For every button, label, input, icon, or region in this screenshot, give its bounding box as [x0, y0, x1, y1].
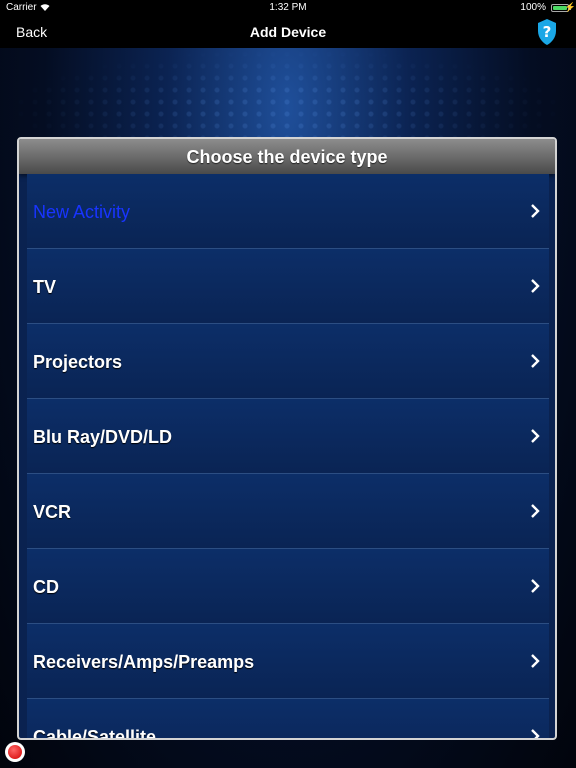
device-type-panel: Choose the device type New Activity TV P… — [17, 137, 557, 740]
panel-title: Choose the device type — [19, 139, 555, 174]
record-icon — [8, 745, 22, 759]
chevron-right-icon — [531, 654, 540, 668]
chevron-right-icon — [531, 354, 540, 368]
device-type-list[interactable]: New Activity TV Projectors Blu Ray/DVD/L… — [27, 174, 549, 740]
chevron-right-icon — [531, 579, 540, 593]
list-item-label: VCR — [33, 502, 72, 522]
chevron-right-icon — [531, 204, 540, 218]
status-bar: Carrier 1:32 PM 100% ⚡ — [0, 0, 576, 16]
list-item-blu-ray[interactable]: Blu Ray/DVD/LD — [27, 399, 549, 474]
page-title: Add Device — [249, 24, 327, 40]
chevron-right-icon — [531, 279, 540, 293]
list-item-label: CD — [33, 577, 59, 597]
list-item-label: TV — [33, 277, 57, 297]
chevron-right-icon — [531, 429, 540, 443]
record-button[interactable] — [5, 742, 25, 762]
battery-percent: 100% — [520, 2, 546, 13]
navigation-bar: Back Add Device ? — [0, 16, 576, 48]
list-item-receivers[interactable]: Receivers/Amps/Preamps — [27, 624, 549, 699]
charging-icon: ⚡ — [564, 2, 576, 12]
list-item-vcr[interactable]: VCR — [27, 474, 549, 549]
list-item-label: Cable/Satellite — [33, 727, 157, 740]
list-item-projectors[interactable]: Projectors — [27, 324, 549, 399]
svg-text:?: ? — [543, 23, 552, 41]
chevron-right-icon — [531, 504, 540, 518]
list-item-label: Blu Ray/DVD/LD — [33, 427, 173, 447]
list-item-tv[interactable]: TV — [27, 249, 549, 324]
list-item-label: New Activity — [33, 202, 131, 222]
list-item-cable-satellite[interactable]: Cable/Satellite — [27, 699, 549, 740]
help-icon[interactable]: ? — [536, 18, 558, 46]
list-item-label: Receivers/Amps/Preamps — [33, 652, 255, 672]
list-item-cd[interactable]: CD — [27, 549, 549, 624]
chevron-right-icon — [531, 729, 540, 738]
list-item-new-activity[interactable]: New Activity — [27, 174, 549, 249]
list-item-label: Projectors — [33, 352, 123, 372]
status-time: 1:32 PM — [269, 2, 307, 13]
